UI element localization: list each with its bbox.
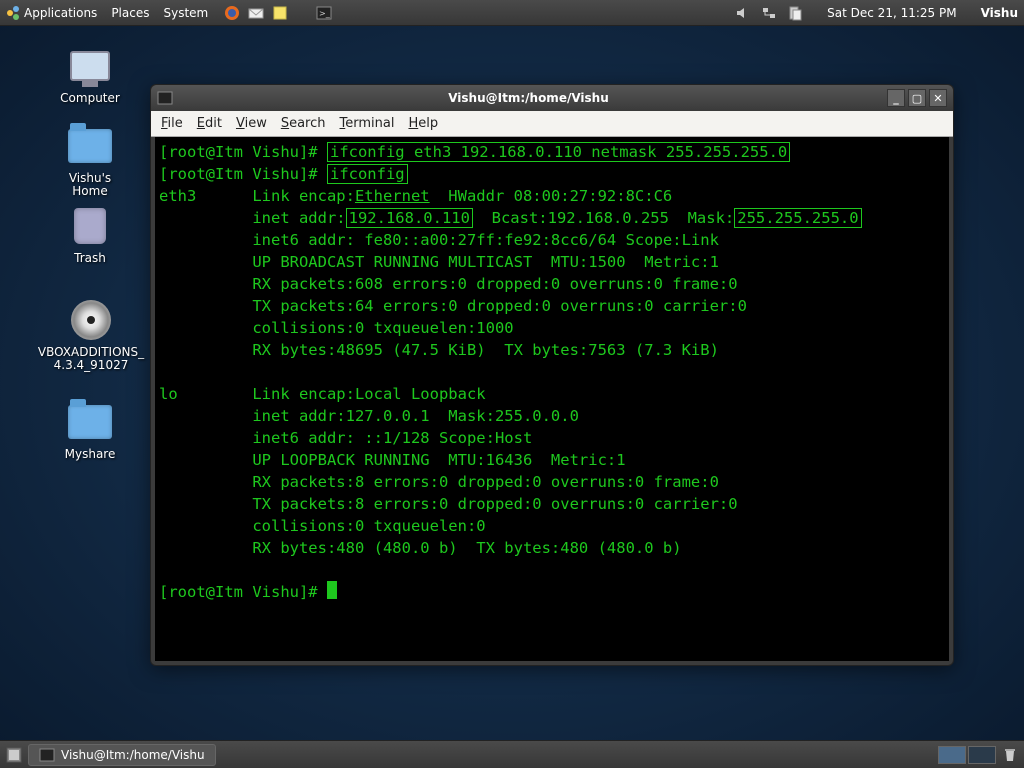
- workspace-pager[interactable]: [938, 746, 996, 764]
- titlebar[interactable]: Vishu@Itm:/home/Vishu _ ▢ ✕: [151, 85, 953, 111]
- prompt: [root@Itm Vishu]#: [159, 583, 318, 601]
- out-eth3-ip: 192.168.0.110: [346, 208, 473, 228]
- menubar: File Edit View Search Terminal Help: [151, 111, 953, 137]
- menu-search[interactable]: Search: [281, 116, 326, 131]
- out-eth3-col: collisions:0 txqueuelen:1000: [159, 319, 514, 337]
- out-eth3-up: UP BROADCAST RUNNING MULTICAST MTU:1500 …: [159, 253, 719, 271]
- workspace-1[interactable]: [938, 746, 966, 764]
- desktop-icon-trash[interactable]: Trash: [50, 202, 130, 265]
- menu-view[interactable]: View: [236, 116, 267, 131]
- menu-terminal[interactable]: Terminal: [340, 116, 395, 131]
- computer-icon: [70, 51, 110, 81]
- prompt: [root@Itm Vishu]#: [159, 165, 318, 183]
- out-lo-rx: RX packets:8 errors:0 dropped:0 overruns…: [159, 473, 719, 491]
- taskbar-item-terminal[interactable]: Vishu@Itm:/home/Vishu: [28, 744, 216, 766]
- mail-icon[interactable]: [248, 5, 264, 21]
- trash-tray-icon[interactable]: [1002, 747, 1018, 763]
- out-eth3-bytes: RX bytes:48695 (47.5 KiB) TX bytes:7563 …: [159, 341, 719, 359]
- top-panel: Applications Places System >_ Sat Dec 21…: [0, 0, 1024, 26]
- out-lo-link: lo Link encap:Local Loopback: [159, 385, 486, 403]
- home-folder-icon: [68, 129, 112, 163]
- clock[interactable]: Sat Dec 21, 11:25 PM: [827, 6, 956, 20]
- cd-icon: [71, 300, 111, 340]
- workspace-2[interactable]: [968, 746, 996, 764]
- taskbar-item-label: Vishu@Itm:/home/Vishu: [61, 748, 205, 762]
- terminal-window: Vishu@Itm:/home/Vishu _ ▢ ✕ File Edit Vi…: [150, 84, 954, 666]
- out-lo-up: UP LOOPBACK RUNNING MTU:16436 Metric:1: [159, 451, 626, 469]
- user-menu[interactable]: Vishu: [981, 6, 1018, 20]
- terminal-icon: [39, 747, 55, 763]
- minimize-button[interactable]: _: [887, 89, 905, 107]
- out-lo-inet: inet addr:127.0.0.1 Mask:255.0.0.0: [159, 407, 579, 425]
- close-button[interactable]: ✕: [929, 89, 947, 107]
- menu-edit[interactable]: Edit: [197, 116, 222, 131]
- trash-label: Trash: [50, 252, 130, 265]
- out-eth3-inet6: inet6 addr: fe80::a00:27ff:fe92:8cc6/64 …: [159, 231, 719, 249]
- myshare-folder-icon: [68, 405, 112, 439]
- menu-file[interactable]: File: [161, 116, 183, 131]
- terminal-content[interactable]: [root@Itm Vishu]# ifconfig eth3 192.168.…: [155, 137, 949, 661]
- svg-text:>_: >_: [319, 9, 331, 18]
- maximize-button[interactable]: ▢: [908, 89, 926, 107]
- firefox-icon[interactable]: [224, 5, 240, 21]
- distro-icon[interactable]: [6, 5, 22, 21]
- out-lo-bytes: RX bytes:480 (480.0 b) TX bytes:480 (480…: [159, 539, 682, 557]
- out-lo-tx: TX packets:8 errors:0 dropped:0 overruns…: [159, 495, 738, 513]
- sound-icon[interactable]: [735, 5, 751, 21]
- out-eth3-rx: RX packets:608 errors:0 dropped:0 overru…: [159, 275, 738, 293]
- out-eth3-link-a: eth3 Link encap:: [159, 187, 355, 205]
- cmd-ifconfig: ifconfig: [327, 164, 408, 184]
- notes-icon[interactable]: [272, 5, 288, 21]
- network-icon[interactable]: [761, 5, 777, 21]
- computer-label: Computer: [50, 92, 130, 105]
- bottom-panel: Vishu@Itm:/home/Vishu: [0, 740, 1024, 768]
- desktop-icon-vbox[interactable]: VBOXADDITIONS_4.3.4_91027: [36, 296, 146, 372]
- terminal-launcher-icon[interactable]: >_: [316, 5, 332, 21]
- titlebar-app-icon: [157, 90, 173, 106]
- out-lo-inet6: inet6 addr: ::1/128 Scope:Host: [159, 429, 532, 447]
- home-label: Vishu's Home: [50, 172, 130, 198]
- menu-applications[interactable]: Applications: [24, 6, 97, 20]
- desktop-icon-myshare[interactable]: Myshare: [50, 398, 130, 461]
- vbox-label: VBOXADDITIONS_4.3.4_91027: [36, 346, 146, 372]
- menu-system[interactable]: System: [163, 6, 208, 20]
- menu-places[interactable]: Places: [111, 6, 149, 20]
- show-desktop-icon[interactable]: [6, 747, 22, 763]
- trash-icon: [74, 208, 106, 244]
- out-eth3-link-b: HWaddr 08:00:27:92:8C:C6: [430, 187, 673, 205]
- out-lo-col: collisions:0 txqueuelen:0: [159, 517, 486, 535]
- desktop-icon-home[interactable]: Vishu's Home: [50, 122, 130, 198]
- window-title: Vishu@Itm:/home/Vishu: [173, 91, 884, 105]
- desktop-icon-computer[interactable]: Computer: [50, 42, 130, 105]
- myshare-label: Myshare: [50, 448, 130, 461]
- out-eth3-inet-a: inet addr:: [159, 209, 346, 227]
- cmd-ifconfig-set: ifconfig eth3 192.168.0.110 netmask 255.…: [327, 142, 790, 162]
- out-eth3-tx: TX packets:64 errors:0 dropped:0 overrun…: [159, 297, 747, 315]
- terminal-cursor: [327, 581, 337, 599]
- clipboard-icon[interactable]: [787, 5, 803, 21]
- out-eth3-ethernet: Ethernet: [355, 187, 430, 205]
- out-eth3-mask: 255.255.255.0: [734, 208, 861, 228]
- menu-help[interactable]: Help: [408, 116, 438, 131]
- prompt: [root@Itm Vishu]#: [159, 143, 318, 161]
- out-eth3-inet-b: Bcast:192.168.0.255 Mask:: [473, 209, 734, 227]
